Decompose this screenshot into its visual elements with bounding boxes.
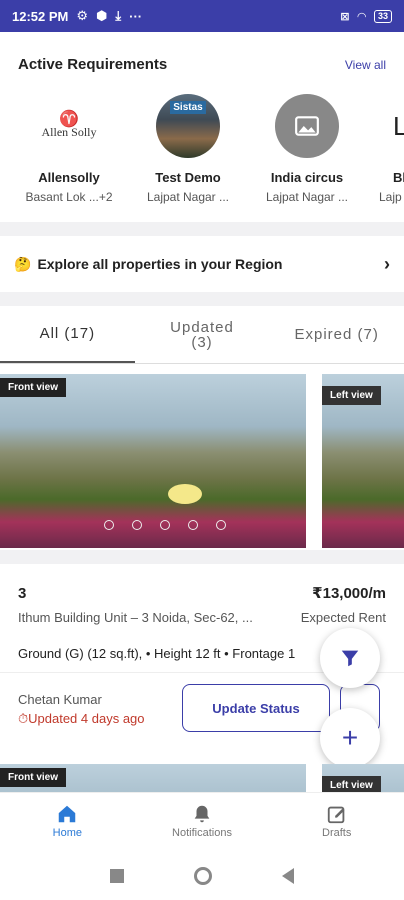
price-label: Expected Rent bbox=[300, 610, 386, 625]
clock-icon: ⏱ bbox=[18, 711, 29, 726]
owner-name: Chetan Kumar bbox=[18, 692, 102, 707]
requirement-name: Allensolly bbox=[38, 170, 100, 185]
requirement-item[interactable]: ♈ Allen Solly Allensolly Basant Lok ...+… bbox=[14, 94, 124, 204]
requirement-name: India circus bbox=[270, 170, 344, 185]
add-button[interactable]: + bbox=[320, 708, 380, 768]
requirement-location: Lajpat Nagar ... bbox=[265, 190, 349, 204]
home-icon bbox=[59, 805, 76, 823]
requirement-item[interactable]: Sistas Test Demo Lajpat Nagar ... bbox=[133, 94, 243, 204]
requirement-name: Bl bbox=[393, 170, 404, 185]
requirement-location: Lajp bbox=[379, 190, 402, 204]
clock: 12:52 PM bbox=[12, 8, 69, 24]
sync-icon: ⬢ bbox=[96, 8, 108, 23]
brand-logo: L bbox=[393, 110, 404, 141]
chevron-right-icon: › bbox=[384, 253, 390, 274]
image-placeholder-icon bbox=[275, 94, 339, 158]
tab-updated[interactable]: Updated (3) bbox=[135, 306, 270, 363]
nav-notifications[interactable]: Notifications bbox=[135, 793, 270, 852]
price: ₹13,000/m bbox=[312, 585, 386, 602]
filter-icon bbox=[341, 650, 359, 667]
photo-label: Front view bbox=[0, 768, 67, 787]
tab-all[interactable]: All (17) bbox=[0, 306, 135, 363]
requirement-location: Lajpat Nagar ... bbox=[146, 190, 230, 204]
thinking-emoji-icon: 🤔 bbox=[14, 255, 32, 272]
nav-drafts[interactable]: Drafts bbox=[269, 793, 404, 852]
explore-region-link[interactable]: 🤔 Explore all properties in your Region … bbox=[0, 236, 404, 292]
status-bar: 12:52 PM ⚙ ⬢ ⤓ ··· ⊠ ◠ 33 bbox=[0, 0, 404, 32]
requirement-item[interactable]: L Bl Lajp bbox=[371, 94, 404, 205]
unit-number: 3 bbox=[18, 584, 27, 602]
sim-icon: ⊠ bbox=[340, 10, 350, 23]
bottom-navigation: Home Notifications Drafts bbox=[0, 792, 404, 852]
plus-icon: + bbox=[341, 722, 359, 753]
photo-label: Front view bbox=[0, 378, 67, 397]
next-property-photos[interactable]: Front view Left view bbox=[0, 764, 404, 794]
requirement-location: Basant Lok ...+2 bbox=[25, 190, 113, 204]
bell-icon bbox=[194, 805, 210, 823]
system-navigation-bar bbox=[0, 852, 404, 900]
tab-expired[interactable]: Expired (7) bbox=[269, 306, 404, 363]
explore-label: Explore all properties in your Region bbox=[37, 256, 283, 272]
divider bbox=[0, 292, 404, 306]
update-status-button[interactable]: Update Status bbox=[182, 684, 330, 732]
recents-button[interactable] bbox=[110, 869, 124, 883]
settings-icon: ⚙ bbox=[76, 8, 89, 23]
requirements-carousel[interactable]: ♈ Allen Solly Allensolly Basant Lok ...+… bbox=[0, 94, 404, 214]
brand-photo: Sistas bbox=[156, 94, 220, 158]
view-all-link[interactable]: View all bbox=[345, 58, 386, 72]
photo-label: Left view bbox=[322, 386, 381, 405]
wifi-icon: ◠ bbox=[357, 10, 366, 23]
divider bbox=[0, 550, 404, 564]
property-photo[interactable]: Left view bbox=[322, 764, 404, 794]
property-tabs: All (17) Updated (3) Expired (7) bbox=[0, 306, 404, 364]
address: Ithum Building Unit – 3 Noida, Sec-62, .… bbox=[18, 610, 253, 625]
property-photo-carousel[interactable]: Front view Left view bbox=[0, 374, 404, 550]
brand-logo: ♈ Allen Solly bbox=[37, 94, 101, 158]
requirement-item[interactable]: India circus Lajpat Nagar ... bbox=[252, 94, 362, 204]
property-photo[interactable]: Front view bbox=[0, 374, 306, 548]
more-icon: ··· bbox=[129, 8, 143, 24]
carousel-dots bbox=[104, 520, 226, 530]
download-icon: ⤓ bbox=[115, 8, 122, 23]
back-button[interactable] bbox=[282, 868, 294, 884]
property-photo[interactable]: Left view bbox=[322, 374, 404, 548]
edit-icon bbox=[327, 806, 345, 824]
section-title: Active Requirements bbox=[18, 56, 168, 73]
filter-button[interactable] bbox=[320, 628, 380, 688]
updated-status: ⏱Updated 4 days ago bbox=[18, 711, 145, 726]
requirement-name: Test Demo bbox=[155, 170, 221, 185]
home-system-button[interactable] bbox=[194, 867, 212, 885]
property-specs: Ground (G) (12 sq.ft), • Height 12 ft • … bbox=[18, 646, 296, 661]
nav-home[interactable]: Home bbox=[0, 793, 135, 852]
divider bbox=[0, 222, 404, 236]
flower-detail bbox=[168, 484, 202, 504]
requirements-header: Active Requirements View all bbox=[18, 56, 386, 73]
battery-icon: 33 bbox=[373, 9, 392, 23]
property-photo[interactable]: Front view bbox=[0, 764, 306, 794]
